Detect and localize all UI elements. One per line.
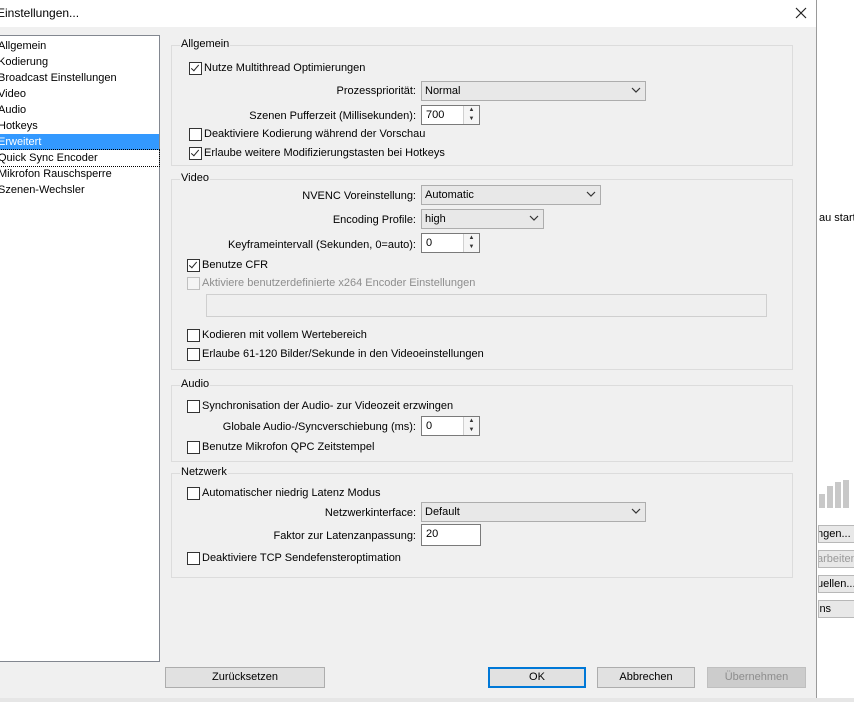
hotkey-modifiers-checkbox[interactable] [189, 147, 202, 160]
keyframe-spinbox[interactable]: 0 ▲ ▼ [421, 233, 480, 253]
interface-value: Default [425, 506, 460, 518]
spin-down-icon[interactable]: ▼ [464, 243, 479, 252]
cancel-button[interactable]: Abbrechen [597, 667, 695, 688]
sidebar-item-audio[interactable]: Audio [0, 102, 159, 118]
priority-select[interactable]: Normal [421, 81, 646, 101]
general-group-title: Allgemein [180, 38, 231, 50]
window-title: Einstellungen... [0, 6, 80, 20]
sidebar-item-kodierung[interactable]: Kodierung [0, 54, 159, 70]
background-audio-meter [819, 478, 854, 508]
sidebar-item-allgemein[interactable]: Allgemein [0, 38, 159, 54]
low-latency-checkbox[interactable] [187, 487, 200, 500]
close-button[interactable] [790, 3, 812, 23]
multithread-checkbox[interactable] [189, 62, 202, 75]
video-group: Video [171, 172, 793, 370]
disable-tcp-label: Deaktiviere TCP Sendefensteroptimation [202, 552, 401, 564]
nvenc-select[interactable]: Automatic [421, 185, 601, 205]
buffer-label: Szenen Pufferzeit (Millisekunden): [249, 110, 416, 122]
latency-factor-label: Faktor zur Latenzanpassung: [273, 530, 416, 542]
spin-down-icon[interactable]: ▼ [464, 115, 479, 124]
sidebar-item-quick-sync[interactable]: Quick Sync Encoder [0, 149, 160, 167]
video-group-title: Video [180, 172, 210, 184]
background-button-2[interactable]: arbeiten [818, 550, 854, 568]
profile-label: Encoding Profile: [332, 214, 416, 226]
keyframe-label: Keyframeintervall (Sekunden, 0=auto): [227, 239, 416, 251]
disable-tcp-checkbox[interactable] [187, 552, 200, 565]
reset-button[interactable]: Zurücksetzen [165, 667, 325, 688]
high-fps-label: Erlaube 61-120 Bilder/Sekunde in den Vid… [202, 348, 484, 360]
sidebar-item-broadcast[interactable]: Broadcast Einstellungen [0, 70, 159, 86]
taskbar-edge [0, 698, 854, 702]
full-range-label: Kodieren mit vollem Wertebereich [202, 329, 367, 341]
audio-offset-label: Globale Audio-/Syncverschiebung (ms): [222, 421, 416, 433]
apply-button[interactable]: Übernehmen [707, 667, 806, 688]
keyframe-value: 0 [426, 237, 433, 249]
sidebar-item-video[interactable]: Video [0, 86, 159, 102]
profile-value: high [425, 213, 446, 225]
title-bar: Einstellungen... [0, 0, 816, 27]
high-fps-checkbox[interactable] [187, 348, 200, 361]
mic-qpc-label: Benutze Mikrofon QPC Zeitstempel [202, 441, 375, 453]
sidebar-item-szenen-wechsler[interactable]: Szenen-Wechsler [0, 182, 159, 198]
multithread-label: Nutze Multithread Optimierungen [204, 62, 366, 74]
nvenc-label: NVENC Voreinstellung: [302, 190, 416, 202]
settings-dialog: Einstellungen... Allgemein Kodierung Bro… [0, 0, 817, 698]
cfr-checkbox[interactable] [187, 259, 200, 272]
buffer-value: 700 [426, 109, 445, 121]
audio-offset-spinbox[interactable]: 0 ▲ ▼ [421, 416, 480, 436]
background-app-window: au starte [817, 0, 854, 702]
chevron-down-icon [586, 191, 596, 197]
spin-down-icon[interactable]: ▼ [464, 426, 479, 435]
audio-offset-value: 0 [426, 420, 433, 432]
custom-x264-input[interactable] [206, 294, 767, 317]
priority-value: Normal [425, 85, 461, 97]
custom-x264-checkbox[interactable] [187, 277, 200, 290]
interface-label: Netzwerkinterface: [324, 507, 416, 519]
disable-preview-encoding-checkbox[interactable] [189, 128, 202, 141]
sidebar-item-erweitert[interactable]: Erweitert [0, 134, 159, 150]
hotkey-modifiers-label: Erlaube weitere Modifizierungstasten bei… [204, 147, 445, 159]
mic-qpc-checkbox[interactable] [187, 441, 200, 454]
chevron-down-icon [529, 215, 539, 221]
cfr-label: Benutze CFR [202, 259, 269, 271]
latency-factor-input[interactable]: 20 [421, 524, 481, 546]
disable-preview-encoding-label: Deaktiviere Kodierung während der Vorsch… [204, 128, 426, 140]
full-range-checkbox[interactable] [187, 329, 200, 342]
latency-factor-value: 20 [426, 528, 439, 540]
network-group-title: Netzwerk [180, 466, 228, 478]
nvenc-value: Automatic [425, 189, 474, 201]
sidebar-item-mikrofon[interactable]: Mikrofon Rauschsperre [0, 166, 159, 182]
background-button-4[interactable]: ins [818, 600, 854, 618]
close-icon [795, 7, 807, 19]
priority-label: Prozesspriorität: [336, 85, 416, 97]
background-button-1[interactable]: ngen... [818, 525, 854, 543]
low-latency-label: Automatischer niedrig Latenz Modus [202, 487, 381, 499]
audio-group-title: Audio [180, 378, 211, 390]
sidebar-item-hotkeys[interactable]: Hotkeys [0, 118, 159, 134]
audio-sync-label: Synchronisation der Audio- zur Videozeit… [202, 400, 454, 412]
background-button-3[interactable]: uellen... [818, 575, 854, 593]
profile-select[interactable]: high [421, 209, 544, 229]
interface-select[interactable]: Default [421, 502, 646, 522]
chevron-down-icon [631, 87, 641, 93]
custom-x264-label: Aktiviere benutzerdefinierte x264 Encode… [202, 277, 476, 289]
background-app-text: au starte [819, 212, 854, 224]
buffer-spinbox[interactable]: 700 ▲ ▼ [421, 105, 480, 125]
audio-sync-checkbox[interactable] [187, 400, 200, 413]
settings-sidebar: Allgemein Kodierung Broadcast Einstellun… [0, 35, 160, 662]
ok-button[interactable]: OK [488, 667, 586, 688]
chevron-down-icon [631, 508, 641, 514]
